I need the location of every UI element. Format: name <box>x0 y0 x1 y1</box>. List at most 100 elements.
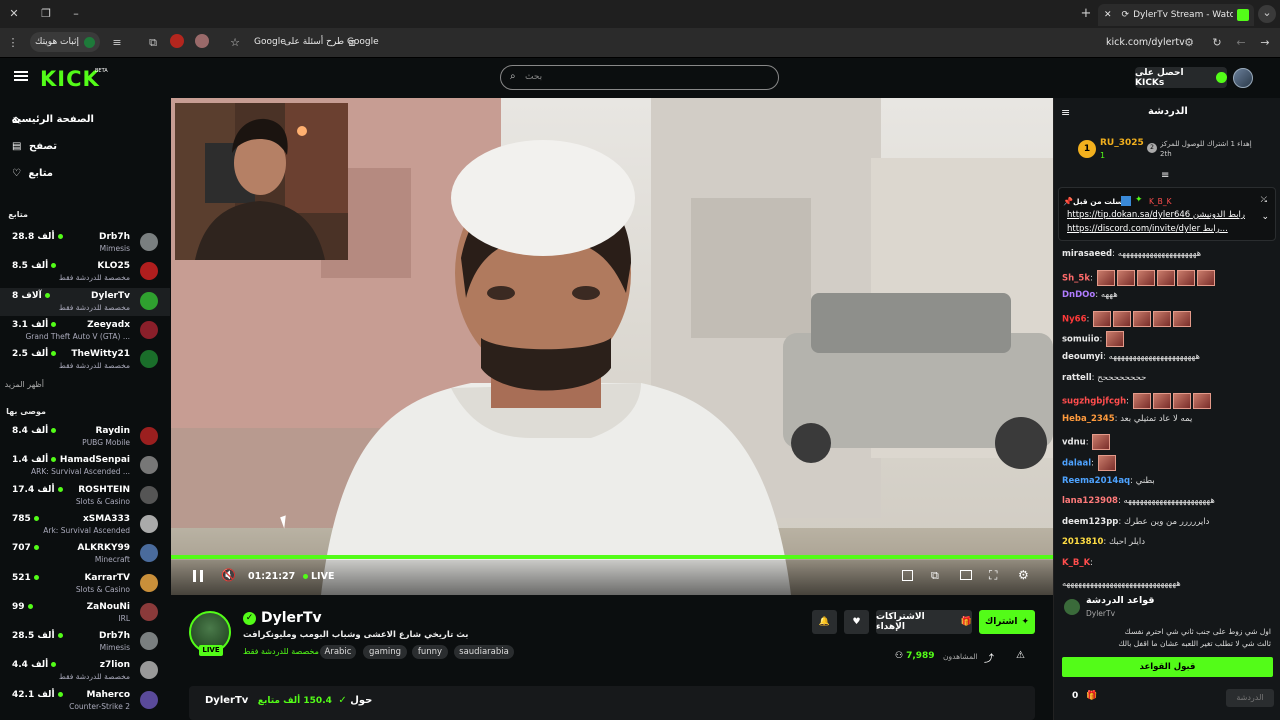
live-dot-icon <box>51 263 57 269</box>
sidebar-channel-row[interactable]: Drb7h Mimesis 28.8 ألف <box>0 229 170 257</box>
follow-button[interactable]: ♥ <box>844 610 869 634</box>
sidebar-channel-row[interactable]: HamadSenpai ARK: Survival Ascended ... 1.4… <box>0 452 170 480</box>
chat-username[interactable]: Reema2014aq <box>1062 476 1130 486</box>
chat-username[interactable]: Sh_5k <box>1062 273 1090 283</box>
chat-username[interactable]: mirasaeed <box>1062 249 1112 259</box>
chat-username[interactable]: K_B_K <box>1062 558 1090 568</box>
pause-icon[interactable] <box>193 570 203 582</box>
chat-username[interactable]: deoumyi <box>1062 352 1103 362</box>
settings-gear-icon[interactable]: ⚙ <box>1018 568 1029 582</box>
chat-username[interactable]: Ny66 <box>1062 314 1086 324</box>
tab-search-icon[interactable]: ⌄ <box>1258 5 1276 23</box>
expand-leaderboard-icon[interactable]: ≡ <box>1161 170 1169 181</box>
sidebar-channel-row[interactable]: Maherco Counter-Strike 2 42.1 ألف <box>0 687 170 715</box>
leaderboard-user[interactable]: RU_3025 <box>1100 138 1144 148</box>
chat-username[interactable]: DnDOo <box>1062 290 1095 300</box>
chat-username[interactable]: rattell <box>1062 373 1092 383</box>
accept-rules-button[interactable]: قبول القواعد <box>1062 657 1273 677</box>
minimize-window-icon[interactable]: – <box>68 6 84 22</box>
nav-home[interactable]: الصفحة الرئيسية ⌂ <box>0 109 170 129</box>
chat-username[interactable]: somuiio <box>1062 335 1099 345</box>
sidebar-channel-row[interactable]: Zeeyadx Grand Theft Auto V (GTA) ... 3.1 أ… <box>0 317 170 345</box>
notifications-button[interactable]: 🔔 <box>812 610 837 634</box>
bookmark-star-icon[interactable]: ☆ <box>228 35 242 51</box>
live-indicator[interactable]: LIVE <box>300 571 334 582</box>
tag-saudiarabia[interactable]: saudiarabia <box>454 645 514 659</box>
browser-menu-icon[interactable]: ⋮ <box>6 35 20 51</box>
report-icon[interactable]: ⚠ <box>1016 650 1025 661</box>
chat-username[interactable]: 2013810 <box>1062 537 1103 547</box>
sidebar-channel-row[interactable]: z7lion مخصصة للدردشة فقط 4.4 ألف <box>0 657 170 685</box>
kicks-balance[interactable]: 0 🎁 <box>1072 691 1098 701</box>
chat-username[interactable]: Heba_2345 <box>1062 414 1115 424</box>
sidebar-channel-row[interactable]: KLO25 مخصصة للدردشة فقط 8.5 ألف <box>0 258 170 286</box>
sidebar-channel-row[interactable]: KarrarTV Slots & Casino 521 <box>0 570 170 598</box>
nav-browse[interactable]: تصفح ▤ <box>0 136 170 156</box>
show-more-link[interactable]: أظهر المزيد <box>5 380 44 389</box>
chat-username[interactable]: sugzhgbjfcgh <box>1062 397 1126 407</box>
reading-list-icon[interactable]: ≡ <box>110 35 124 51</box>
site-settings-icon[interactable]: ⚙ <box>1182 35 1196 51</box>
viewer-count: ⚇ 7,989 <box>895 651 935 661</box>
sidebar-channel-row[interactable]: Raydin PUBG Mobile 8.4 ألف <box>0 423 170 451</box>
get-kicks-button[interactable]: احصل على KICKs <box>1135 67 1227 88</box>
profile-extension-icon[interactable] <box>195 34 209 48</box>
hamburger-menu-icon[interactable] <box>14 71 28 73</box>
channel-name[interactable]: DylerTv <box>261 610 322 626</box>
unpin-icon[interactable]: ⤯ <box>1261 195 1267 205</box>
search-box[interactable]: ⌕ بحث <box>500 65 779 90</box>
sidebar-channel-row[interactable]: ZaNouNi IRL 99 <box>0 599 170 627</box>
mute-icon[interactable]: 🔇 <box>221 568 236 582</box>
fullscreen-icon[interactable]: ⛶ <box>989 568 997 583</box>
live-dot-icon <box>27 603 33 609</box>
ask-google-label[interactable]: طرح أسئلة على Google <box>284 37 379 47</box>
pip-icon[interactable] <box>902 570 913 581</box>
tab-close-icon[interactable]: ✕ <box>1104 10 1112 20</box>
pinned-line-2[interactable]: https://discord.com/invite/dyler رابط... <box>1067 224 1228 234</box>
sidebar-channel-row[interactable]: TheWitty21 مخصصة للدردشة فقط 2.5 ألف <box>0 346 170 374</box>
theater-mode-icon[interactable] <box>960 570 972 580</box>
url-text[interactable]: kick.com/dylertv <box>1106 37 1185 48</box>
sidebar-channel-row[interactable]: ALKRKY99 Minecraft 707 <box>0 540 170 568</box>
chat-username[interactable]: dalaal <box>1062 459 1091 469</box>
nav-following[interactable]: متابع ♡ <box>0 163 170 183</box>
sidebar-channel-row[interactable]: DylerTv مخصصة للدردشة فقط 8 آلاف <box>0 287 170 316</box>
video-player[interactable]: 🔇 01:21:27 LIVE ⧉ ⛶ ⚙ <box>171 98 1053 595</box>
pinned-line-1[interactable]: https://tip.dokan.sa/dyler646 رابط الدون… <box>1067 210 1245 220</box>
extensions-icon[interactable]: ⧉ <box>146 35 160 51</box>
tag-funny[interactable]: funny <box>412 645 448 659</box>
chat-username[interactable]: vdnu <box>1062 438 1086 448</box>
sidebar-channel-row[interactable]: Drb7h Mimesis 28.5 ألف <box>0 628 170 656</box>
kick-logo[interactable]: KICK <box>40 67 100 91</box>
reload-icon[interactable]: ↻ <box>1210 35 1224 51</box>
extension-badge-icon[interactable] <box>170 34 184 48</box>
chat-username[interactable]: deem123pp <box>1062 517 1118 527</box>
subscribe-button[interactable]: اشتراك ✦ <box>979 610 1035 634</box>
back-icon[interactable]: → <box>1258 35 1272 51</box>
sidebar-channel-row[interactable]: ROSHTEIN Slots & Casino 17.4 ألف <box>0 482 170 510</box>
tab-active[interactable]: ✕ ⟳ DylerTv Stream - Watch Live <box>1098 4 1254 26</box>
stream-category[interactable]: مخصصة للدردشة فقط <box>243 647 319 656</box>
progress-track[interactable] <box>171 555 1053 559</box>
ask-google-icon[interactable]: ⧈ <box>345 35 359 51</box>
gift-subs-button[interactable]: الاشتراكات الإهداء 🎁 <box>876 610 972 634</box>
verify-identity-button[interactable]: إثبات هويتك <box>30 32 100 52</box>
viewer-count-value: 785 <box>12 513 31 524</box>
emote-icon <box>1173 310 1192 327</box>
new-tab-icon[interactable]: + <box>1078 6 1094 22</box>
share-icon[interactable]: ⤴ <box>984 650 994 665</box>
tag-gaming[interactable]: gaming <box>363 645 407 659</box>
send-chat-button[interactable]: الدردشة <box>1226 689 1274 707</box>
tag-arabic[interactable]: Arabic <box>320 645 356 659</box>
sidebar-channel-row[interactable]: xSMA333 Ark: Survival Ascended 785 <box>0 511 170 539</box>
pinned-user[interactable]: K_B_K <box>1149 197 1171 206</box>
restore-window-icon[interactable]: ❐ <box>38 6 54 22</box>
search-input[interactable]: بحث <box>525 72 542 82</box>
chevron-down-icon[interactable]: ⌄ <box>1261 212 1269 222</box>
forward-icon[interactable]: ← <box>1234 35 1248 51</box>
collapse-chat-icon[interactable]: ≡ <box>1061 106 1070 119</box>
close-window-icon[interactable]: ✕ <box>6 6 22 22</box>
user-avatar[interactable] <box>1233 68 1253 88</box>
clip-icon[interactable]: ⧉ <box>931 569 939 583</box>
chat-username[interactable]: lana123908 <box>1062 496 1118 506</box>
